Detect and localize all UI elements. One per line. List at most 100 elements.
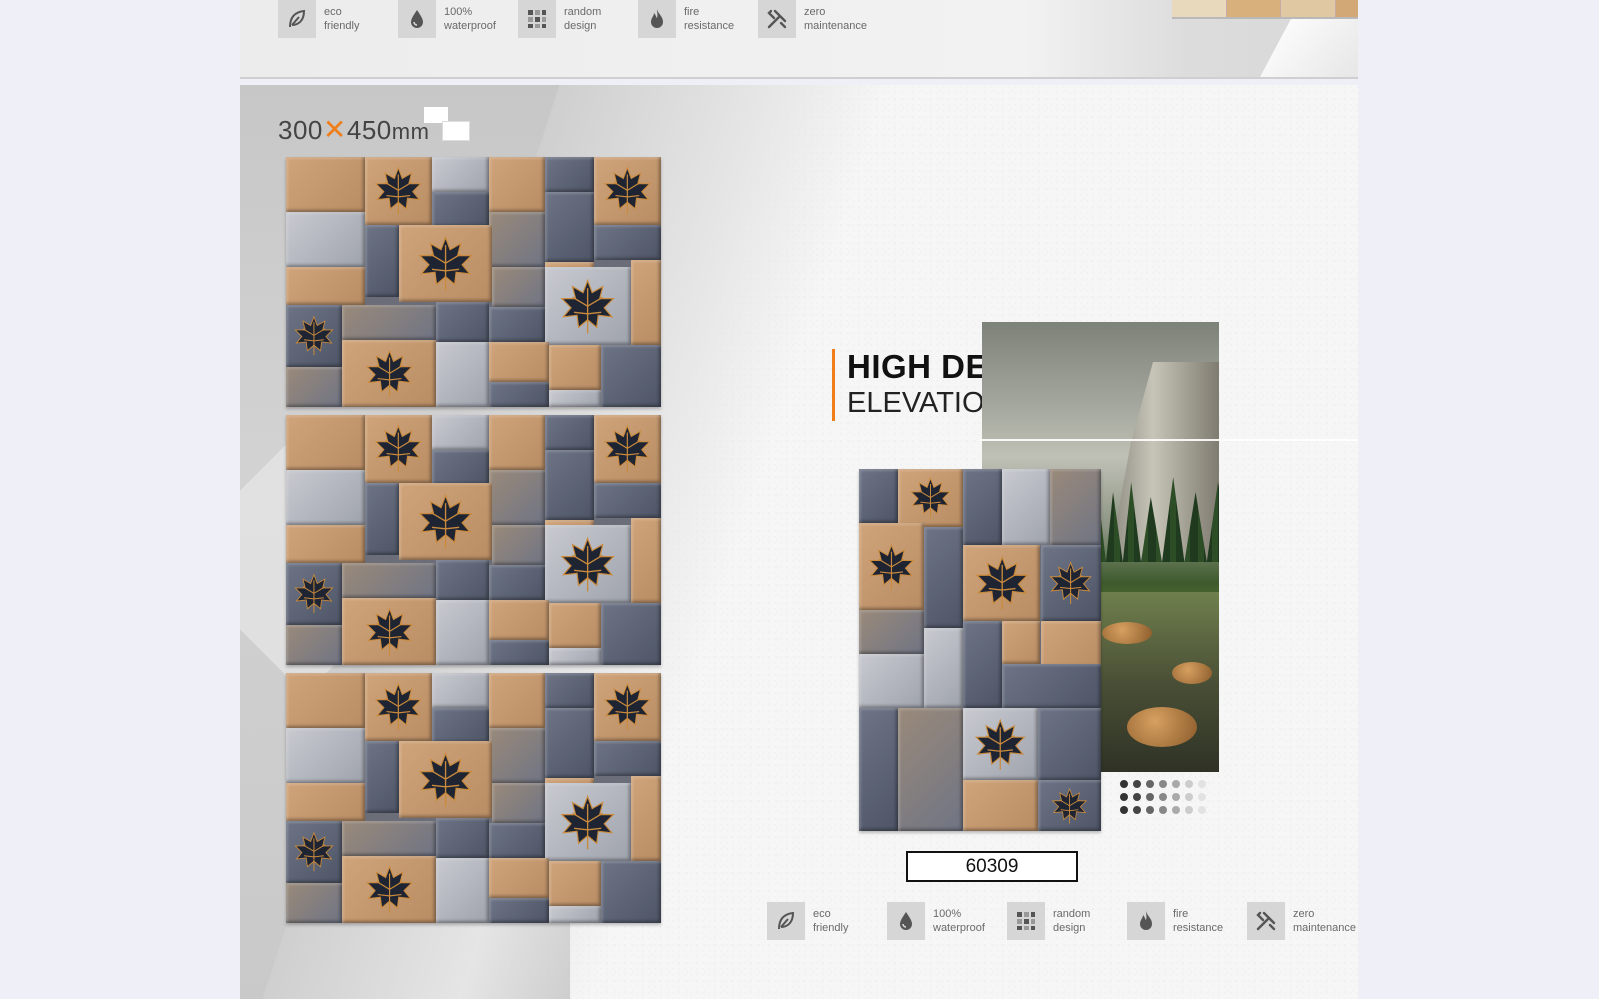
plain-block (492, 783, 545, 823)
grid-pattern-icon (1007, 902, 1045, 940)
water-drop-icon (398, 0, 436, 38)
plain-block (859, 469, 898, 524)
feature-random-design: random design (1007, 902, 1117, 940)
feature-label: random design (564, 6, 602, 32)
size-times: ✕ (322, 114, 347, 145)
leaf-block (364, 157, 433, 225)
plain-block (286, 267, 365, 305)
plain-block (436, 600, 489, 665)
leaf-block (544, 783, 631, 861)
leaf-block (398, 482, 493, 560)
leaf-block (593, 415, 661, 483)
leaf-block (364, 415, 433, 483)
maple-leaf-icon (963, 545, 1040, 621)
dot (1146, 806, 1154, 814)
size-width: 300 (278, 115, 323, 145)
leaf-block (963, 545, 1041, 622)
plain-block (488, 858, 549, 898)
feature-fire: fire resistance (1127, 902, 1237, 940)
feature-label: eco friendly (813, 908, 849, 934)
leaf-block (897, 469, 964, 527)
product-code: 60309 (965, 855, 1019, 877)
dot (1120, 780, 1128, 788)
maple-leaf-icon (342, 598, 436, 666)
dot (1198, 780, 1206, 788)
plain-block (364, 482, 399, 555)
maple-leaf-icon (594, 673, 662, 741)
plain-block (488, 823, 545, 858)
dot (1133, 793, 1141, 801)
leaf-block (286, 562, 343, 626)
plain-block (432, 450, 489, 485)
plain-block (924, 526, 964, 629)
feature-bar-top: eco friendly 100% waterproof random desi… (278, 0, 878, 38)
feature-maintenance: zero maintenance (758, 0, 868, 38)
previous-page-strip: eco friendly 100% waterproof random desi… (240, 0, 1358, 79)
dot (1146, 780, 1154, 788)
plain-block (342, 562, 436, 598)
plain-block (544, 450, 594, 520)
leaf-block (342, 597, 436, 666)
maple-leaf-icon (1041, 545, 1102, 621)
plain-block (548, 389, 601, 407)
plain-block (601, 860, 661, 923)
maple-leaf-icon (342, 856, 436, 924)
dot (1185, 780, 1193, 788)
plain-block (963, 469, 1002, 546)
plain-block (548, 647, 601, 665)
plain-block (601, 344, 661, 407)
feature-fire: fire resistance (638, 0, 748, 38)
plain-block (631, 517, 661, 603)
product-code-box: 60309 (906, 851, 1078, 882)
plain-block (488, 565, 545, 600)
feature-random-design: random design (518, 0, 628, 38)
leaf-block (364, 673, 433, 741)
plain-block (492, 525, 545, 565)
dot (1120, 793, 1128, 801)
dot (1185, 806, 1193, 814)
feature-label: zero maintenance (804, 6, 867, 32)
dot (1133, 780, 1141, 788)
plain-block (544, 708, 594, 778)
plain-block (963, 780, 1039, 831)
maple-leaf-icon (594, 157, 662, 225)
dot (1198, 806, 1206, 814)
plain-block (548, 344, 601, 390)
plain-block (286, 470, 365, 525)
dot (1146, 793, 1154, 801)
plain-block (488, 157, 545, 212)
leaf-block (963, 707, 1039, 781)
dot (1159, 780, 1167, 788)
plain-block (488, 470, 545, 525)
plain-block (436, 858, 489, 923)
dot (1159, 806, 1167, 814)
plain-block (544, 415, 594, 450)
feature-label: fire resistance (684, 6, 735, 32)
plain-block (1040, 621, 1101, 669)
plain-block (488, 382, 549, 407)
plain-block (286, 783, 365, 821)
plain-block (548, 602, 601, 648)
plain-block (286, 625, 343, 665)
maple-leaf-icon (898, 469, 963, 527)
maple-leaf-icon (286, 563, 342, 626)
plain-block (1038, 707, 1101, 781)
plain-block (342, 304, 436, 340)
plain-block (963, 621, 1002, 708)
plain-block (593, 224, 661, 260)
maple-leaf-icon (545, 525, 631, 603)
plain-block (488, 640, 549, 665)
leaf-block (342, 339, 436, 407)
maple-leaf-icon (365, 157, 433, 225)
tile-sample (286, 673, 661, 923)
plain-block (924, 628, 964, 708)
tools-icon (758, 0, 796, 38)
plain-block (488, 415, 545, 470)
plain-block (286, 415, 365, 470)
plain-block (436, 302, 489, 342)
leaf-block (398, 740, 493, 818)
plain-block (859, 653, 925, 708)
leaf-icon (767, 902, 805, 940)
plain-block (488, 898, 549, 923)
tile-sample (286, 415, 661, 665)
